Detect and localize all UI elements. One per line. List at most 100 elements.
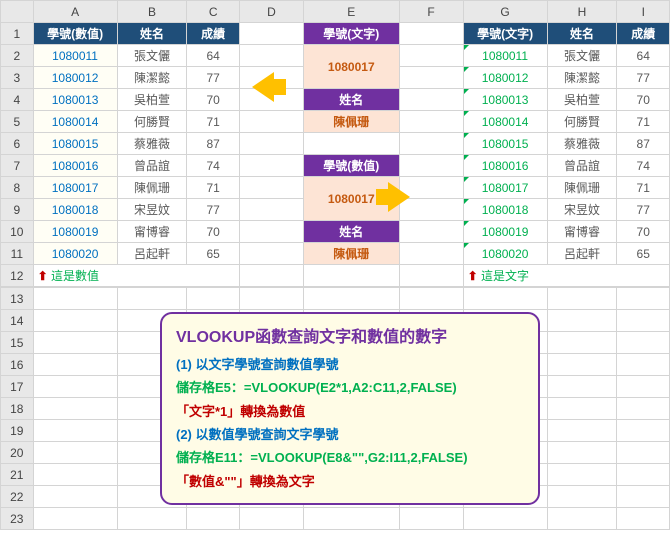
- row-16[interactable]: 16: [1, 354, 34, 376]
- row-10[interactable]: 10: [1, 221, 34, 243]
- col-C[interactable]: C: [187, 1, 239, 23]
- cell-E7[interactable]: 學號(數值): [303, 155, 399, 177]
- cell-B11[interactable]: 呂起軒: [117, 243, 187, 265]
- row-21[interactable]: 21: [1, 464, 34, 486]
- cell-F2[interactable]: [399, 45, 463, 67]
- cell-H3[interactable]: 陳潔懿: [547, 67, 617, 89]
- cell-F4[interactable]: [399, 89, 463, 111]
- cell-G8[interactable]: 1080017: [463, 177, 547, 199]
- cell-note-left[interactable]: ⬆ 這是數值: [33, 265, 239, 287]
- cell-B1[interactable]: 姓名: [117, 23, 187, 45]
- cell-B8[interactable]: 陳佩珊: [117, 177, 187, 199]
- cell-G7[interactable]: 1080016: [463, 155, 547, 177]
- cell-note-right[interactable]: ⬆ 這是文字: [463, 265, 669, 287]
- row-1[interactable]: 1: [1, 23, 34, 45]
- cell-C6[interactable]: 87: [187, 133, 239, 155]
- cell-B6[interactable]: 蔡雅薇: [117, 133, 187, 155]
- cell-A9[interactable]: 1080018: [33, 199, 117, 221]
- row-17[interactable]: 17: [1, 376, 34, 398]
- cell-G9[interactable]: 1080018: [463, 199, 547, 221]
- cell-G10[interactable]: 1080019: [463, 221, 547, 243]
- col-B[interactable]: B: [117, 1, 187, 23]
- col-A[interactable]: A: [33, 1, 117, 23]
- cell-A11[interactable]: 1080020: [33, 243, 117, 265]
- cell-D8[interactable]: [239, 177, 303, 199]
- row-13[interactable]: 13: [1, 288, 34, 310]
- cell-C5[interactable]: 71: [187, 111, 239, 133]
- cell-I9[interactable]: 77: [617, 199, 670, 221]
- cell-E6[interactable]: [303, 133, 399, 155]
- cell-H9[interactable]: 宋昱妏: [547, 199, 617, 221]
- cell-C10[interactable]: 70: [187, 221, 239, 243]
- col-F[interactable]: F: [399, 1, 463, 23]
- cell-C4[interactable]: 70: [187, 89, 239, 111]
- cell-F10[interactable]: [399, 221, 463, 243]
- cell-B5[interactable]: 何勝賢: [117, 111, 187, 133]
- cell-A5[interactable]: 1080014: [33, 111, 117, 133]
- cell-H7[interactable]: 曾品誼: [547, 155, 617, 177]
- cell-A4[interactable]: 1080013: [33, 89, 117, 111]
- cell-E1[interactable]: 學號(文字): [303, 23, 399, 45]
- grid[interactable]: A B C D E F G H I 1 學號(數值) 姓名 成績 學號(文字) …: [0, 0, 670, 287]
- cell-D2[interactable]: [239, 45, 303, 67]
- cell-I5[interactable]: 71: [617, 111, 670, 133]
- cell-I4[interactable]: 70: [617, 89, 670, 111]
- cell-G4[interactable]: 1080013: [463, 89, 547, 111]
- cell-H1[interactable]: 姓名: [547, 23, 617, 45]
- col-E[interactable]: E: [303, 1, 399, 23]
- row-7[interactable]: 7: [1, 155, 34, 177]
- cell-B7[interactable]: 曾品誼: [117, 155, 187, 177]
- cell-F5[interactable]: [399, 111, 463, 133]
- cell-B9[interactable]: 宋昱妏: [117, 199, 187, 221]
- cell-G1[interactable]: 學號(文字): [463, 23, 547, 45]
- row-8[interactable]: 8: [1, 177, 34, 199]
- col-H[interactable]: H: [547, 1, 617, 23]
- cell-H5[interactable]: 何勝賢: [547, 111, 617, 133]
- cell-I1[interactable]: 成績: [617, 23, 670, 45]
- cell-F11[interactable]: [399, 243, 463, 265]
- cell-I8[interactable]: 71: [617, 177, 670, 199]
- cell-E10[interactable]: 姓名: [303, 221, 399, 243]
- cell-I10[interactable]: 70: [617, 221, 670, 243]
- cell-D10[interactable]: [239, 221, 303, 243]
- cell-F6[interactable]: [399, 133, 463, 155]
- cell-G6[interactable]: 1080015: [463, 133, 547, 155]
- cell-F7[interactable]: [399, 155, 463, 177]
- row-20[interactable]: 20: [1, 442, 34, 464]
- cell-D5[interactable]: [239, 111, 303, 133]
- cell-E5[interactable]: 陳佩珊: [303, 111, 399, 133]
- cell-I11[interactable]: 65: [617, 243, 670, 265]
- cell-A2[interactable]: 1080011: [33, 45, 117, 67]
- row-5[interactable]: 5: [1, 111, 34, 133]
- cell-A7[interactable]: 1080016: [33, 155, 117, 177]
- cell-C9[interactable]: 77: [187, 199, 239, 221]
- row-18[interactable]: 18: [1, 398, 34, 420]
- col-I[interactable]: I: [617, 1, 670, 23]
- cell-H2[interactable]: 張文儷: [547, 45, 617, 67]
- cell-A6[interactable]: 1080015: [33, 133, 117, 155]
- cell-C1[interactable]: 成績: [187, 23, 239, 45]
- col-G[interactable]: G: [463, 1, 547, 23]
- cell-F3[interactable]: [399, 67, 463, 89]
- row-3[interactable]: 3: [1, 67, 34, 89]
- row-22[interactable]: 22: [1, 486, 34, 508]
- cell-G2[interactable]: 1080011: [463, 45, 547, 67]
- cell-C8[interactable]: 71: [187, 177, 239, 199]
- cell-D6[interactable]: [239, 133, 303, 155]
- cell-D9[interactable]: [239, 199, 303, 221]
- cell-D11[interactable]: [239, 243, 303, 265]
- cell-H6[interactable]: 蔡雅薇: [547, 133, 617, 155]
- cell-B2[interactable]: 張文儷: [117, 45, 187, 67]
- row-12[interactable]: 12: [1, 265, 34, 287]
- row-23[interactable]: 23: [1, 508, 34, 530]
- cell-E11[interactable]: 陳佩珊: [303, 243, 399, 265]
- cell-D1[interactable]: [239, 23, 303, 45]
- cell-I7[interactable]: 74: [617, 155, 670, 177]
- col-D[interactable]: D: [239, 1, 303, 23]
- cell-B3[interactable]: 陳潔懿: [117, 67, 187, 89]
- cell-G3[interactable]: 1080012: [463, 67, 547, 89]
- row-4[interactable]: 4: [1, 89, 34, 111]
- cell-D7[interactable]: [239, 155, 303, 177]
- row-14[interactable]: 14: [1, 310, 34, 332]
- cell-G5[interactable]: 1080014: [463, 111, 547, 133]
